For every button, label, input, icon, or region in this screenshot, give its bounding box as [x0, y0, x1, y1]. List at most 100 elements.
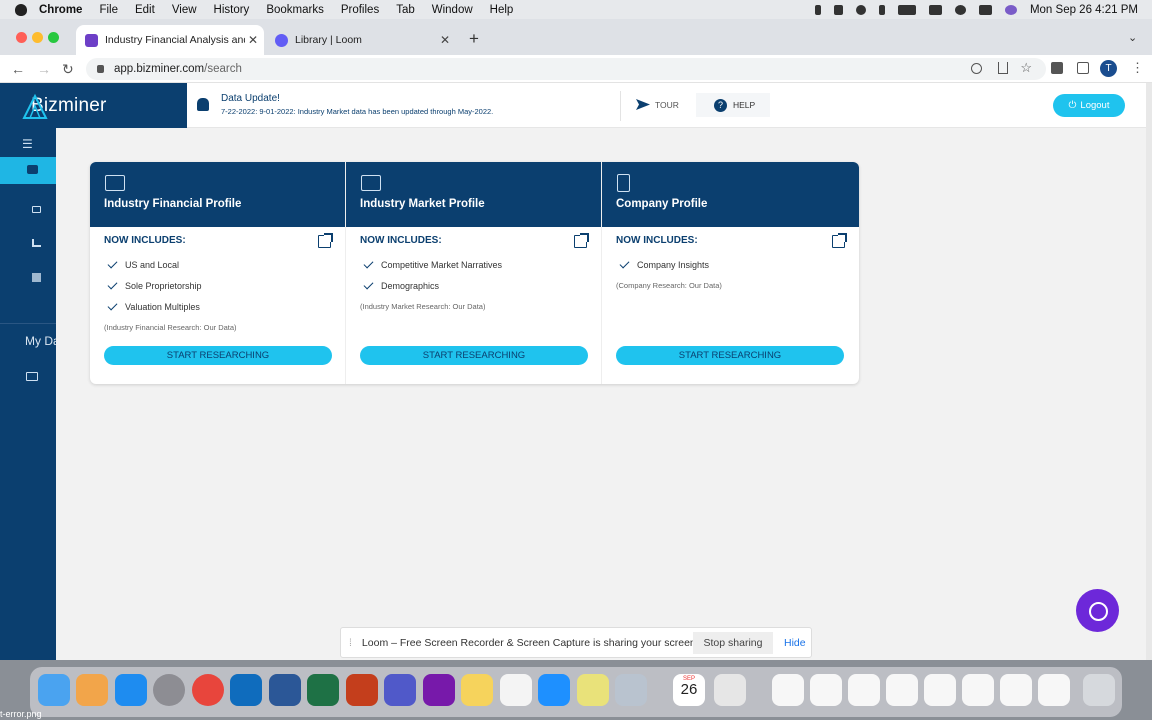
menu-bookmarks[interactable]: Bookmarks [266, 4, 324, 16]
list-icon[interactable]: ☰ [22, 137, 33, 151]
recent-document-icon[interactable] [1000, 674, 1032, 706]
menu-tab[interactable]: Tab [396, 4, 415, 16]
close-window-icon[interactable] [16, 32, 27, 43]
chrome-icon[interactable] [192, 674, 224, 706]
back-icon[interactable]: ← [11, 60, 25, 78]
external-link-icon[interactable] [832, 233, 847, 248]
help-button[interactable]: ? HELP [696, 93, 770, 117]
control-center-icon[interactable] [978, 4, 992, 15]
preview-icon[interactable] [615, 674, 647, 706]
start-researching-button[interactable]: START RESEARCHING [104, 346, 332, 365]
trash-icon[interactable] [1083, 674, 1115, 706]
finder-icon[interactable] [38, 674, 70, 706]
menu-app[interactable]: Chrome [39, 4, 82, 16]
recent-document-icon[interactable] [848, 674, 880, 706]
word-icon[interactable] [269, 674, 301, 706]
new-tab-icon[interactable]: + [469, 29, 479, 49]
includes-label: NOW INCLUDES: [360, 235, 442, 246]
script-editor-icon[interactable] [714, 674, 746, 706]
powerpoint-icon[interactable] [346, 674, 378, 706]
card-title: Industry Financial Profile [104, 198, 242, 210]
menu-window[interactable]: Window [432, 4, 473, 16]
building-icon[interactable] [32, 273, 41, 282]
menubar-clock[interactable]: Mon Sep 26 4:21 PM [1030, 4, 1138, 16]
menu-profiles[interactable]: Profiles [341, 4, 379, 16]
zoom-window-icon[interactable] [48, 32, 59, 43]
share-icon[interactable] [998, 62, 1008, 74]
stickies-icon[interactable] [577, 674, 609, 706]
siri-icon[interactable] [1004, 4, 1017, 15]
close-tab-icon[interactable]: ✕ [248, 33, 258, 47]
address-bar[interactable]: app.bizminer.com/search ☆ [86, 58, 1046, 80]
notes-icon[interactable] [461, 674, 493, 706]
menu-file[interactable]: File [99, 4, 118, 16]
recent-document-icon[interactable] [924, 674, 956, 706]
freeform-icon[interactable] [500, 674, 532, 706]
external-link-icon[interactable] [574, 233, 589, 248]
feature-item: Sole Proprietorship [107, 279, 202, 291]
recent-document-icon[interactable] [1038, 674, 1070, 706]
recent-document-icon[interactable] [810, 674, 842, 706]
feature-item: US and Local [107, 258, 179, 270]
logout-button[interactable]: ⏻ Logout [1053, 94, 1125, 117]
moon-icon[interactable] [855, 4, 866, 15]
sidebar-item-search[interactable] [0, 157, 56, 184]
stop-sharing-button[interactable]: Stop sharing [693, 632, 773, 654]
briefcase-icon[interactable] [32, 206, 41, 213]
chevron-down-icon[interactable]: ⌄ [1128, 31, 1137, 44]
start-researching-button[interactable]: START RESEARCHING [616, 346, 844, 365]
menu-help[interactable]: Help [490, 4, 514, 16]
card-note: (Industry Market Research: Our Data) [360, 302, 486, 311]
profile-avatar[interactable]: T [1100, 60, 1117, 77]
calendar-icon[interactable]: SEP 26 [673, 674, 705, 706]
search-icon[interactable] [954, 4, 966, 15]
minimize-window-icon[interactable] [32, 32, 43, 43]
chat-launcher-button[interactable] [1076, 589, 1119, 632]
apple-icon[interactable] [15, 3, 27, 16]
excel-icon[interactable] [307, 674, 339, 706]
extensions-icon[interactable] [1051, 62, 1063, 74]
tour-button[interactable]: TOUR [636, 99, 679, 110]
menu-history[interactable]: History [214, 4, 250, 16]
lock-icon[interactable] [97, 65, 104, 73]
launchpad-icon[interactable] [76, 674, 108, 706]
onenote-icon[interactable] [423, 674, 455, 706]
tab-title: Industry Financial Analysis and [105, 34, 245, 46]
tab-bizminer[interactable]: Industry Financial Analysis and ✕ [76, 25, 264, 55]
screen-sharing-bar: ⁞ Loom – Free Screen Recorder & Screen C… [340, 627, 812, 658]
recent-document-icon[interactable] [962, 674, 994, 706]
teams-icon[interactable] [384, 674, 416, 706]
logo[interactable]: Bizminer [0, 83, 187, 128]
drag-handle-icon[interactable]: ⁞ [349, 637, 352, 649]
forward-icon[interactable]: → [37, 60, 51, 78]
zoom-search-icon[interactable] [971, 63, 982, 74]
microphone-icon[interactable] [814, 4, 821, 15]
menu-edit[interactable]: Edit [135, 4, 155, 16]
bar-chart-icon[interactable] [32, 239, 41, 247]
app-store-icon[interactable] [115, 674, 147, 706]
hide-button[interactable]: Hide [784, 637, 806, 649]
bluetooth-icon[interactable] [878, 4, 885, 15]
page-scrollbar[interactable] [1146, 83, 1152, 660]
side-panel-icon[interactable] [1077, 62, 1089, 74]
r-app-icon[interactable] [538, 674, 570, 706]
battery-icon[interactable] [897, 4, 916, 15]
more-menu-icon[interactable]: ⋮ [1131, 60, 1144, 76]
menu-view[interactable]: View [172, 4, 197, 16]
recent-document-icon[interactable] [772, 674, 804, 706]
reload-icon[interactable]: ↻ [62, 60, 74, 78]
tab-loom[interactable]: Library | Loom ✕ [266, 25, 456, 55]
feature-item: Valuation Multiples [107, 300, 200, 312]
folder-icon[interactable] [26, 372, 38, 381]
recent-document-icon[interactable] [886, 674, 918, 706]
bookmark-star-icon[interactable]: ☆ [1020, 60, 1032, 76]
accessibility-icon[interactable] [833, 4, 843, 15]
desktop-file-label[interactable]: t-error.png [0, 709, 42, 719]
system-preferences-icon[interactable] [153, 674, 185, 706]
start-researching-button[interactable]: START RESEARCHING [360, 346, 588, 365]
wifi-icon[interactable] [928, 4, 942, 15]
external-link-icon[interactable] [318, 233, 333, 248]
outlook-icon[interactable] [230, 674, 262, 706]
my-data-label[interactable]: My Da [25, 334, 56, 348]
close-tab-icon[interactable]: ✕ [440, 33, 450, 47]
